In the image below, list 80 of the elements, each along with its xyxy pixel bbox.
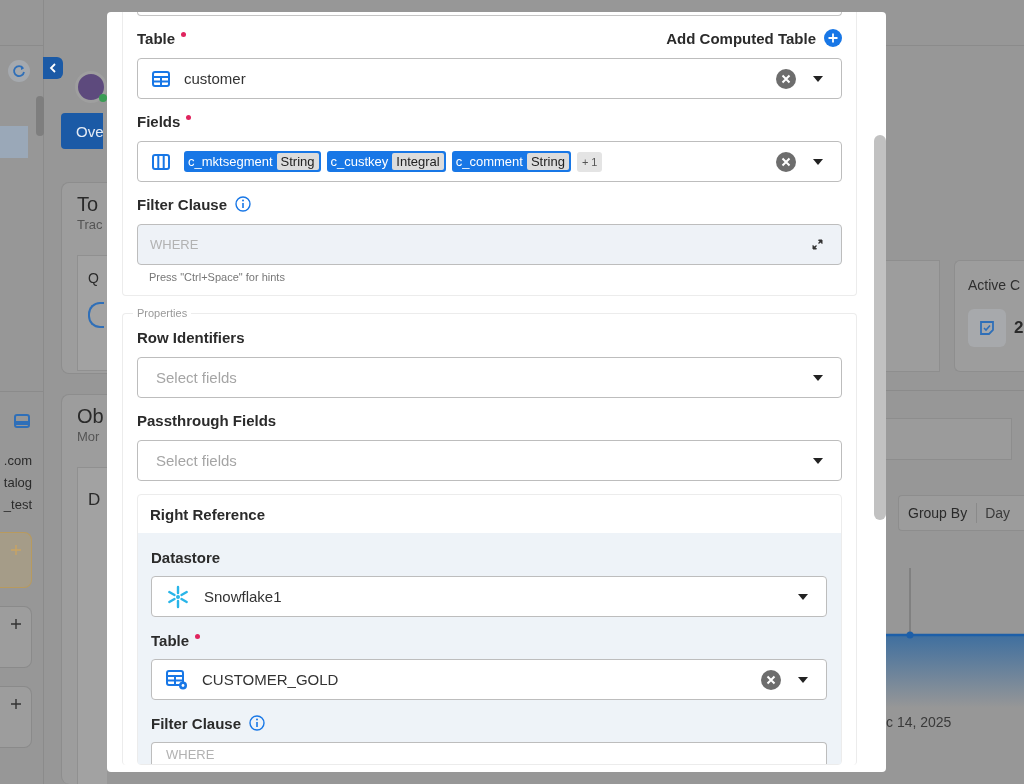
select-value: customer xyxy=(184,70,246,87)
field-label: Filter Clause xyxy=(151,714,242,732)
group-by-control[interactable]: Group By Day xyxy=(898,495,1024,531)
caret-icon[interactable] xyxy=(813,457,823,464)
caret-icon[interactable] xyxy=(813,158,823,165)
plus-icon xyxy=(11,545,21,555)
caret-icon[interactable] xyxy=(798,593,808,600)
table-select[interactable]: customer xyxy=(137,58,842,99)
plus-circle-icon[interactable] xyxy=(824,29,842,47)
tag-name: c_comment xyxy=(455,154,523,169)
field-tag[interactable]: c_custkey Integral xyxy=(326,151,446,172)
chevron-left-icon xyxy=(49,63,57,73)
clear-icon[interactable] xyxy=(760,668,782,691)
tile-label: Q xyxy=(88,270,100,286)
checklist-icon xyxy=(968,309,1006,347)
expand-icon[interactable] xyxy=(812,239,823,250)
scrollbar-thumb[interactable] xyxy=(874,135,886,520)
card-subtitle: Mor xyxy=(77,429,101,445)
field-label: Table xyxy=(151,631,190,649)
tag-type: String xyxy=(526,153,569,170)
card-value: 2 xyxy=(1014,318,1024,338)
section-legend: Properties xyxy=(133,307,192,319)
field-label: Datastore xyxy=(151,548,221,566)
axis-date-label: c 14, 2025 xyxy=(886,714,953,730)
hint-text: Press "Ctrl+Space" for hints xyxy=(149,271,286,283)
placeholder-text: WHERE xyxy=(166,747,215,762)
panel-title: D xyxy=(88,490,102,510)
tag-type: Integral xyxy=(392,153,444,170)
datastore-select[interactable]: Snowflake1 xyxy=(151,576,827,617)
field-label: Row Identifiers xyxy=(137,328,245,346)
card-title: To xyxy=(77,192,100,217)
info-icon[interactable] xyxy=(235,196,252,212)
table-icon xyxy=(152,70,170,87)
field-tag[interactable]: c_comment String xyxy=(451,151,571,172)
caret-icon[interactable] xyxy=(798,676,808,683)
card-label: Active C xyxy=(968,277,1022,293)
scrollbar-thumb[interactable] xyxy=(36,96,44,136)
table-select[interactable]: CUSTOMER_GOLD xyxy=(151,659,827,700)
field-tag[interactable]: c_mktsegment String xyxy=(184,151,321,172)
search-field[interactable] xyxy=(886,418,1012,460)
card-subtitle: Trac xyxy=(77,217,104,233)
table-gear-icon xyxy=(166,669,188,690)
sidebar-text: talog xyxy=(3,474,32,492)
refresh-icon[interactable] xyxy=(8,60,30,82)
select-value: CUSTOMER_GOLD xyxy=(202,671,339,688)
collapse-button[interactable] xyxy=(43,57,63,79)
card-title: Ob xyxy=(77,404,105,429)
sidebar-text: .com xyxy=(3,452,32,470)
caret-icon[interactable] xyxy=(813,75,823,82)
tag-name: c_mktsegment xyxy=(188,154,273,169)
monitor-icon xyxy=(14,414,30,428)
sidebar-text: _test xyxy=(3,496,32,514)
fields-select[interactable]: c_mktsegment String c_custkey Integral c_comment String + 1 xyxy=(137,141,842,182)
tag-type: String xyxy=(276,153,319,170)
placeholder-text: WHERE xyxy=(150,237,199,252)
group-by-value: Day xyxy=(984,505,1012,521)
panel-title: Right Reference xyxy=(150,505,266,523)
clear-icon[interactable] xyxy=(775,67,797,90)
columns-icon xyxy=(152,153,170,170)
placeholder-text: Select fields xyxy=(155,452,237,469)
select-value: Snowflake1 xyxy=(204,588,282,605)
group-by-label: Group By xyxy=(899,503,978,523)
placeholder-text: Select fields xyxy=(155,369,237,386)
tag-name: c_custkey xyxy=(330,154,389,169)
field-label: Table xyxy=(137,29,176,47)
more-count[interactable]: + 1 xyxy=(576,151,603,172)
field-label: Fields xyxy=(137,112,181,130)
overview-tab[interactable]: Ove xyxy=(61,113,103,149)
avatar[interactable] xyxy=(75,71,107,103)
caret-icon[interactable] xyxy=(813,374,823,381)
snowflake-icon xyxy=(166,584,190,609)
online-dot xyxy=(99,94,107,102)
info-icon[interactable] xyxy=(249,715,266,731)
clear-icon[interactable] xyxy=(775,150,797,173)
field-label: Filter Clause xyxy=(137,195,228,213)
plus-icon xyxy=(11,619,21,629)
add-computed-table-link[interactable]: Add Computed Table xyxy=(666,29,816,47)
metric-icon xyxy=(88,302,104,328)
plus-icon xyxy=(11,699,21,709)
field-label: Passthrough Fields xyxy=(137,411,277,429)
